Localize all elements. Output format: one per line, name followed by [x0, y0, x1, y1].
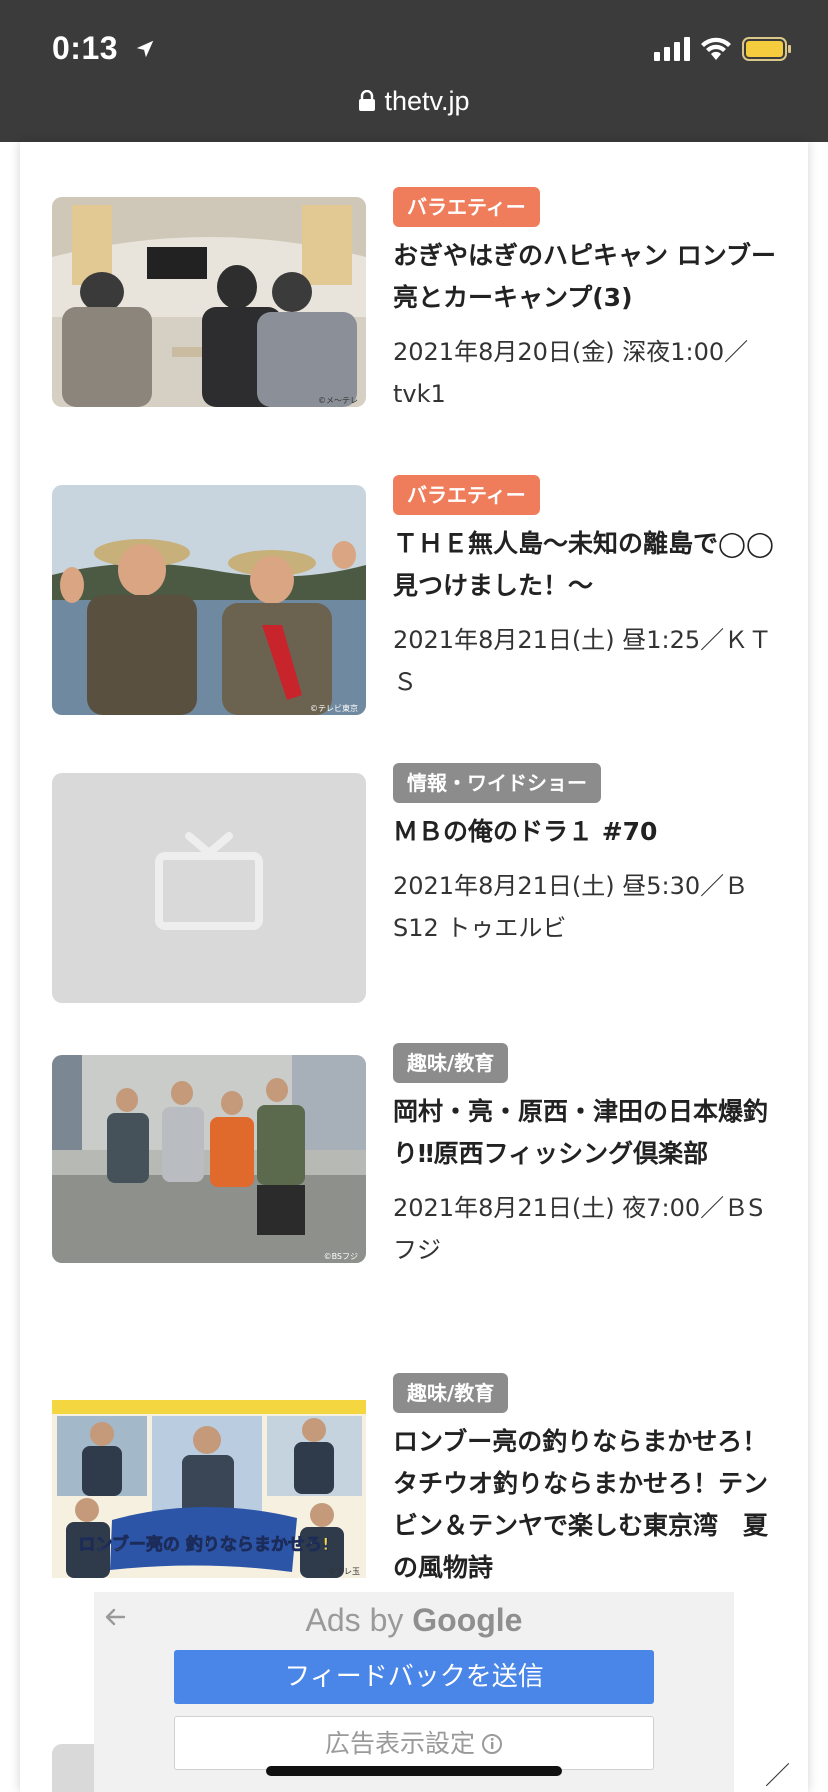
program-thumbnail[interactable]: ロンブー亮の 釣りならまかせろ! ©テレ玉: [52, 1400, 366, 1578]
program-info: 趣味/教育 岡村・亮・原西・津田の日本爆釣り‼原西フィッシング倶楽部 2021年…: [393, 1043, 783, 1271]
fishing-show-image: ロンブー亮の 釣りならまかせろ! ©テレ玉: [52, 1400, 366, 1578]
program-info: バラエティー おぎやはぎのハピキャン ロンブー亮とカーキャンプ(3) 2021年…: [393, 187, 783, 415]
thumbnail-credit: ©メ～テレ: [318, 396, 358, 405]
genre-badge[interactable]: バラエティー: [393, 187, 540, 227]
program-title[interactable]: ＭＢの俺のドラ１ #70: [393, 811, 783, 853]
ads-by-label: Ads by: [305, 1602, 404, 1638]
program-schedule: 2021年8月21日(土) 夜7:00／ＢSフジ: [393, 1194, 764, 1264]
google-ad-panel: Ads by Google フィードバックを送信 広告表示設定: [94, 1592, 734, 1792]
program-schedule: 2021年8月21日(土) 昼1:25／ＫＴＳ: [393, 626, 773, 696]
program-thumbnail-placeholder[interactable]: [52, 773, 366, 1003]
cellular-signal-icon: [654, 37, 690, 61]
status-time: 0:13: [52, 30, 119, 66]
ad-settings-label: 広告表示設定: [324, 1729, 475, 1758]
camper-interior-image: ©メ～テレ: [52, 197, 366, 407]
wifi-icon: [701, 37, 731, 60]
program-title[interactable]: ロンブー亮の釣りならまかせろ！ タチウオ釣りならまかせろ！テンビン＆テンヤで楽し…: [393, 1421, 783, 1589]
island-hosts-image: ©テレビ東京: [52, 485, 366, 715]
program-title[interactable]: おぎやはぎのハピキャン ロンブー亮とカーキャンプ(3): [393, 235, 783, 319]
tv-icon: [155, 832, 263, 930]
next-thumbnail-partial[interactable]: [52, 1744, 96, 1792]
thumbnail-credit: ©テレビ東京: [310, 703, 358, 713]
show-logo-text: ロンブー亮の 釣りならまかせろ!: [78, 1534, 329, 1555]
info-icon: [482, 1734, 502, 1754]
program-schedule: 2021年8月20日(金) 深夜1:00／tvk1: [393, 338, 749, 408]
program-title[interactable]: ＴＨＥ無人島〜未知の離島で◯◯見つけました！〜: [393, 523, 783, 607]
genre-badge[interactable]: 趣味/教育: [393, 1043, 509, 1083]
location-arrow-icon: [136, 40, 154, 58]
thumbnail-credit: ©テレ玉: [328, 1567, 360, 1576]
ads-by-google-label: Ads by Google: [94, 1602, 734, 1639]
browser-top-bar: 0:13 thetv.jp: [0, 0, 828, 142]
program-info: バラエティー ＴＨＥ無人島〜未知の離島で◯◯見つけました！〜 2021年8月21…: [393, 475, 783, 703]
address-bar[interactable]: thetv.jp: [0, 86, 828, 117]
program-thumbnail[interactable]: ©BSフジ: [52, 1055, 366, 1263]
genre-badge[interactable]: 情報・ワイドショー: [393, 763, 601, 803]
program-thumbnail[interactable]: ©メ～テレ: [52, 197, 366, 407]
genre-badge[interactable]: 趣味/教育: [393, 1373, 509, 1413]
google-brand: Google: [412, 1602, 523, 1638]
fishing-club-image: ©BSフジ: [52, 1055, 366, 1263]
program-info: 情報・ワイドショー ＭＢの俺のドラ１ #70 2021年8月21日(土) 昼5:…: [393, 763, 783, 949]
program-schedule: 2021年8月21日(土) 昼5:30／ＢS12 トゥエルビ: [393, 872, 749, 942]
program-schedule-partial: ／H: [765, 1761, 791, 1790]
send-feedback-button[interactable]: フィードバックを送信: [174, 1650, 654, 1704]
address-domain: thetv.jp: [384, 86, 470, 116]
program-list: ©メ～テレ バラエティー おぎやはぎのハピキャン ロンブー亮とカーキャンプ(3)…: [20, 142, 808, 1792]
program-info: 趣味/教育 ロンブー亮の釣りならまかせろ！ タチウオ釣りならまかせろ！テンビン＆…: [393, 1373, 783, 1589]
program-title[interactable]: 岡村・亮・原西・津田の日本爆釣り‼原西フィッシング倶楽部: [393, 1091, 783, 1175]
home-indicator[interactable]: [266, 1766, 562, 1776]
ad-settings-button[interactable]: 広告表示設定: [174, 1716, 654, 1770]
thumbnail-credit: ©BSフジ: [324, 1252, 358, 1261]
genre-badge[interactable]: バラエティー: [393, 475, 540, 515]
battery-icon: [742, 37, 791, 61]
lock-icon: [359, 90, 376, 111]
program-thumbnail[interactable]: ©テレビ東京: [52, 485, 366, 715]
